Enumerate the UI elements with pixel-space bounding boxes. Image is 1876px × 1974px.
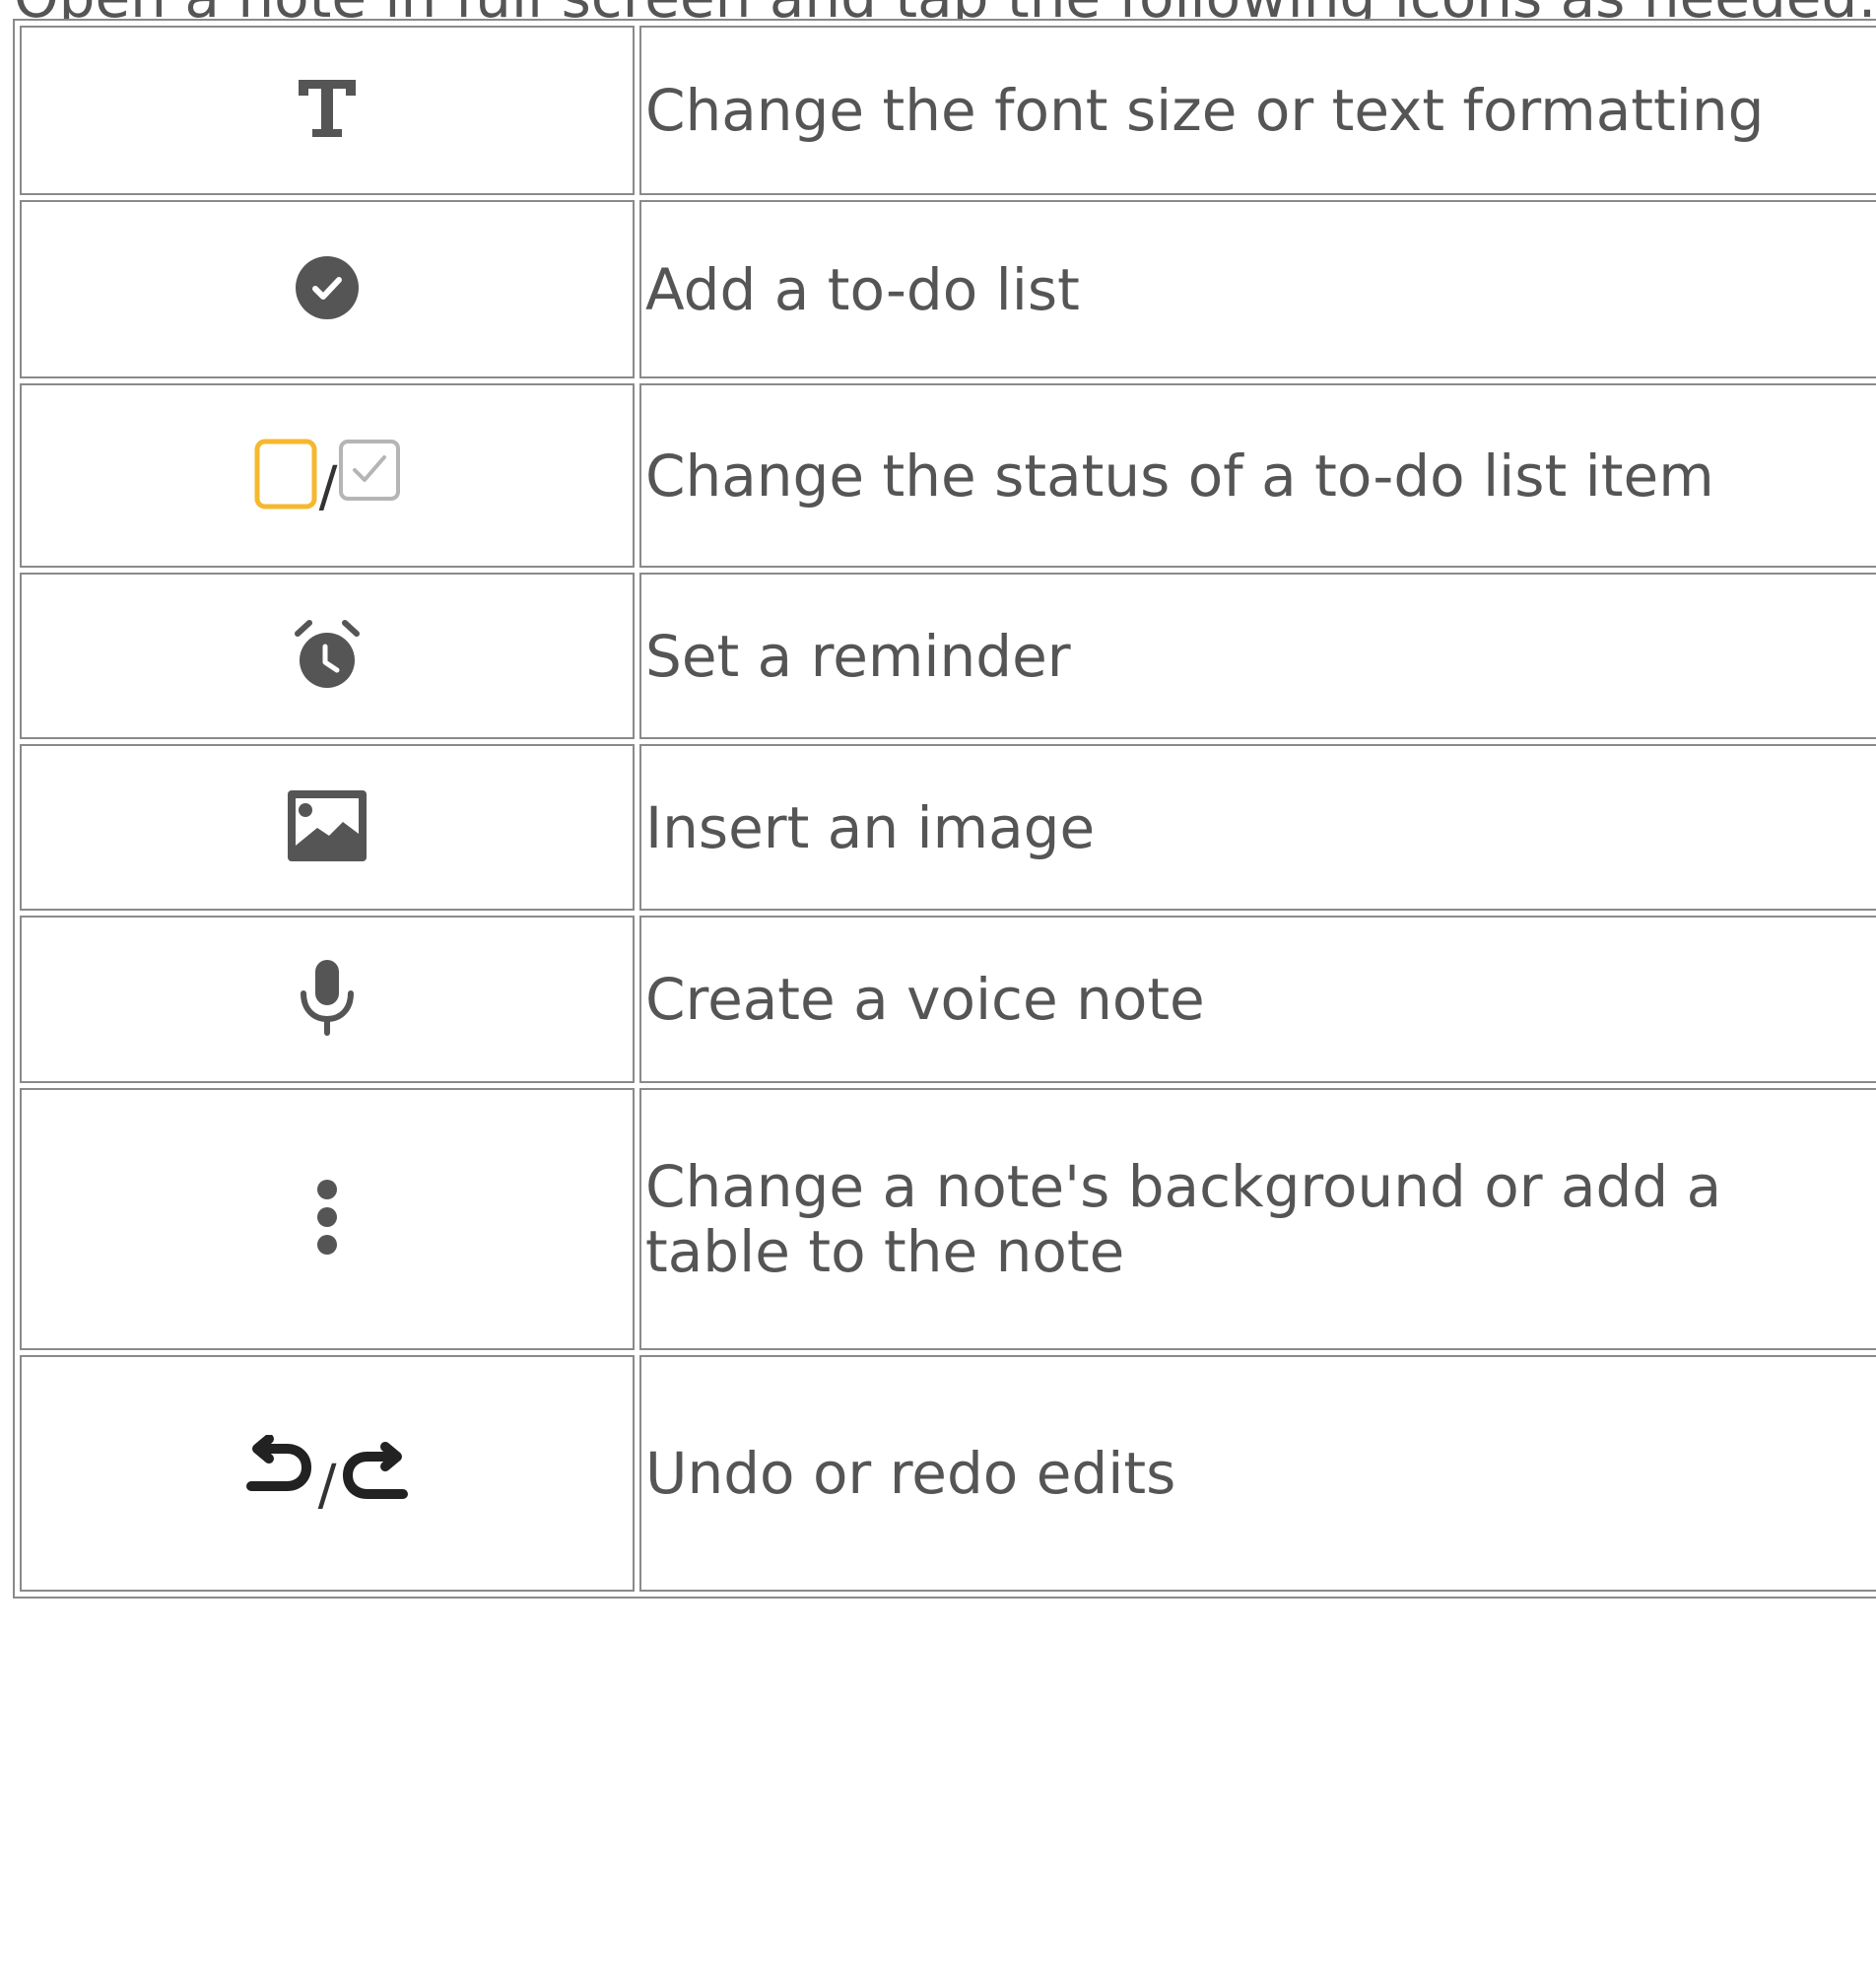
table-row: Change the font size or text formatting [20, 26, 1876, 195]
icon-cell: / [20, 1355, 635, 1592]
undo-redo-icon: / [243, 1435, 412, 1518]
redo-icon [343, 1442, 409, 1499]
undo-icon [245, 1435, 311, 1491]
description-cell: Insert an image [639, 744, 1876, 911]
table-row: Add a to-do list [20, 200, 1876, 378]
description-cell: Change the font size or text formatting [639, 26, 1876, 195]
image-icon [286, 788, 368, 863]
table-row: Change a note's background or add a tabl… [20, 1088, 1876, 1350]
description-cell: Change the status of a to-do list item [639, 383, 1876, 568]
table-row: Set a reminder [20, 573, 1876, 739]
icon-cell: / [20, 383, 635, 568]
description-cell: Change a note's background or add a tabl… [639, 1088, 1876, 1350]
description-cell: Add a to-do list [639, 200, 1876, 378]
icon-cell [20, 916, 635, 1083]
description-cell: Undo or redo edits [639, 1355, 1876, 1592]
separator-slash: / [318, 455, 338, 519]
icon-cell [20, 26, 635, 195]
table-row: Create a voice note [20, 916, 1876, 1083]
checkbox-unchecked-icon [254, 439, 317, 509]
microphone-icon [296, 958, 359, 1037]
icon-cell [20, 200, 635, 378]
description-cell: Create a voice note [639, 916, 1876, 1083]
icon-reference-table: Change the font size or text formatting … [13, 19, 1876, 1599]
description-cell: Set a reminder [639, 573, 1876, 739]
checkbox-checked-icon [339, 439, 401, 501]
checkmark-circle-icon [295, 255, 360, 320]
separator-slash: / [317, 1453, 337, 1518]
alarm-clock-icon [292, 619, 363, 690]
table-row: / Undo or redo edits [20, 1355, 1876, 1592]
checkbox-status-icon: / [254, 439, 401, 519]
icon-cell [20, 1088, 635, 1350]
icon-cell [20, 573, 635, 739]
icon-cell [20, 744, 635, 911]
more-options-icon [312, 1178, 342, 1257]
table-row: Insert an image [20, 744, 1876, 911]
table-row: / Change the status of a to-do list item [20, 383, 1876, 568]
text-format-icon [295, 76, 360, 141]
